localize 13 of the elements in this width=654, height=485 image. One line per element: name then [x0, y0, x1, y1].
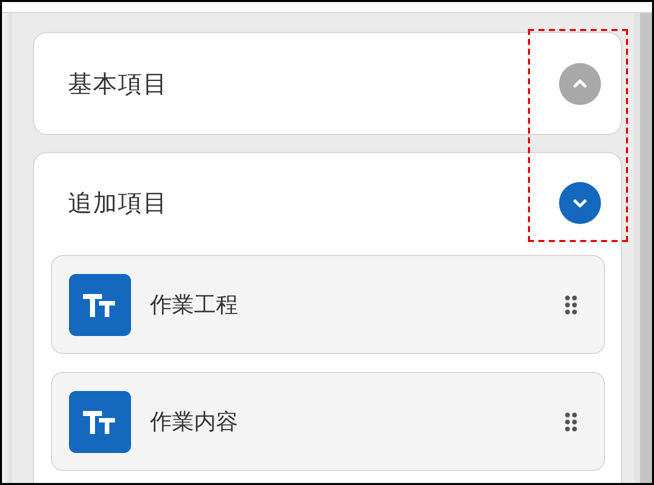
- drag-handle-icon[interactable]: [564, 412, 578, 432]
- drag-handle-icon[interactable]: [564, 294, 578, 314]
- field-label: 作業工程: [150, 292, 239, 320]
- text-type-icon: [69, 274, 131, 336]
- toggle-button[interactable]: [559, 62, 601, 104]
- section-title: 基本項目: [68, 68, 168, 100]
- field-label: 作業内容: [150, 408, 239, 436]
- field-item[interactable]: 作業工程: [51, 255, 605, 354]
- field-item[interactable]: 作業内容: [51, 372, 605, 471]
- section-title: 追加項目: [68, 188, 168, 219]
- scrollbar[interactable]: [634, 13, 652, 483]
- toggle-button[interactable]: [559, 182, 601, 224]
- text-type-icon: [69, 390, 131, 452]
